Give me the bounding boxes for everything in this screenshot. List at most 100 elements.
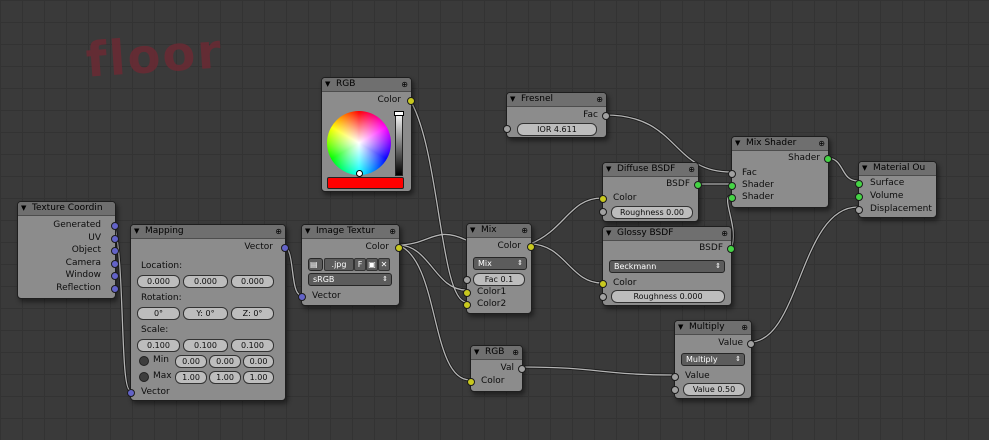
input-surface-socket[interactable] [855,180,863,188]
math-multiply-node[interactable]: ▼ Multiply ⊕ Value Multiply ⇕ Value Valu… [671,320,755,399]
rgb-node[interactable]: ▼ RGB ⊕ Color [321,77,415,192]
node-header[interactable]: ▼ Mix Shader ⊕ [732,137,828,151]
location-y-field[interactable]: 0.000 [183,275,228,288]
node-header[interactable]: ▼ Diffuse BSDF ⊕ [603,163,698,177]
output-bsdf-socket[interactable] [694,181,702,189]
roughness-field[interactable]: Roughness 0.000 [611,290,725,303]
texture-coordinate-node[interactable]: ▼ Texture Coordin Generated UV Object Ca… [17,201,119,299]
input-fac-socket[interactable] [728,170,736,178]
value-field[interactable]: Value 0.50 [683,383,745,396]
input-shader2-socket[interactable] [728,194,736,202]
node-header[interactable]: ▼ RGB ⊕ [322,78,411,92]
max-checkbox[interactable] [139,372,149,382]
input-volume-socket[interactable] [855,193,863,201]
blend-type-dropdown[interactable]: Mix ⇕ [473,257,527,270]
node-header[interactable]: ▼ Mix ⊕ [467,224,531,238]
node-options-icon[interactable]: ⊕ [596,93,603,106]
output-val-socket[interactable] [518,365,526,373]
input-color1-socket[interactable] [463,289,471,297]
node-header[interactable]: ▼ Fresnel ⊕ [507,93,606,107]
input-shader1-socket[interactable] [728,182,736,190]
input-color2-socket[interactable] [463,301,471,309]
image-filename-field[interactable]: .jpg [324,258,354,271]
input-fac-socket[interactable] [463,276,471,284]
output-reflection-socket[interactable] [111,285,119,293]
output-value-socket[interactable] [747,340,755,348]
output-window-socket[interactable] [111,272,119,280]
open-image-button[interactable]: ▣ [366,258,378,271]
mix-shader-node[interactable]: ▼ Mix Shader ⊕ Shader Fac Shader Shader [728,136,832,208]
node-header[interactable]: ▼ Texture Coordin [18,202,115,216]
input-value2-socket[interactable] [671,386,679,394]
node-header[interactable]: ▼ Multiply ⊕ [675,321,751,335]
collapse-arrow-icon[interactable]: ▼ [134,225,139,238]
image-browse-button[interactable]: ▤ [308,258,323,271]
scale-y-field[interactable]: 0.100 [183,339,228,352]
output-uv-socket[interactable] [111,235,119,243]
output-shader-socket[interactable] [824,155,832,163]
operation-dropdown[interactable]: Multiply ⇕ [681,353,745,366]
color-swatch[interactable] [327,177,404,189]
input-roughness-socket[interactable] [599,208,607,216]
node-header[interactable]: ▼ RGB ⊕ [471,346,522,360]
node-options-icon[interactable]: ⊕ [275,225,282,238]
output-color-socket[interactable] [395,244,403,252]
location-x-field[interactable]: 0.000 [137,275,180,288]
input-vector-socket[interactable] [127,389,135,397]
scale-x-field[interactable]: 0.100 [137,339,180,352]
node-options-icon[interactable]: ⊕ [818,137,825,150]
fresnel-node[interactable]: ▼ Fresnel ⊕ Fac IOR 4.611 [503,92,610,138]
collapse-arrow-icon[interactable]: ▼ [325,78,330,91]
collapse-arrow-icon[interactable]: ▼ [510,93,515,106]
node-header[interactable]: ▼ Image Textur ⊕ [302,225,399,239]
node-options-icon[interactable]: ⊕ [688,163,695,176]
collapse-arrow-icon[interactable]: ▼ [474,346,479,359]
input-displacement-socket[interactable] [855,206,863,214]
location-z-field[interactable]: 0.000 [231,275,274,288]
mix-rgb-node[interactable]: ▼ Mix ⊕ Color Mix ⇕ Fac 0.1 Color1 Color… [463,223,535,314]
collapse-arrow-icon[interactable]: ▼ [21,202,26,215]
rotation-x-field[interactable]: 0° [137,307,180,320]
node-options-icon[interactable]: ⊕ [521,224,528,237]
output-fac-socket[interactable] [602,112,610,120]
color-wheel[interactable] [327,111,391,175]
unlink-image-button[interactable]: ✕ [378,258,390,271]
collapse-arrow-icon[interactable]: ▼ [606,163,611,176]
diffuse-bsdf-node[interactable]: ▼ Diffuse BSDF ⊕ BSDF Color Roughness 0.… [599,162,702,222]
glossy-bsdf-node[interactable]: ▼ Glossy BSDF ⊕ BSDF Beckmann ⇕ Color Ro… [599,226,735,306]
output-color-socket[interactable] [527,243,535,251]
output-object-socket[interactable] [111,247,119,255]
input-color-socket[interactable] [467,378,475,386]
collapse-arrow-icon[interactable]: ▼ [735,137,740,150]
roughness-field[interactable]: Roughness 0.00 [611,206,693,219]
material-output-node[interactable]: ▼ Material Ou Surface Volume Displacemen… [855,161,937,218]
image-texture-node[interactable]: ▼ Image Textur ⊕ Color ▤ .jpg F ▣ ✕ sRGB… [298,224,403,306]
collapse-arrow-icon[interactable]: ▼ [862,162,867,175]
min-checkbox[interactable] [139,356,149,366]
input-ior-socket[interactable] [503,125,511,133]
collapse-arrow-icon[interactable]: ▼ [470,224,475,237]
node-options-icon[interactable]: ⊕ [721,227,728,240]
node-options-icon[interactable]: ⊕ [401,78,408,91]
input-color-socket[interactable] [599,280,607,288]
fake-user-button[interactable]: F [354,258,366,271]
max-z-field[interactable]: 1.00 [243,371,274,384]
collapse-arrow-icon[interactable]: ▼ [305,225,310,238]
output-bsdf-socket[interactable] [727,245,735,253]
rotation-z-field[interactable]: Z: 0° [231,307,274,320]
collapse-arrow-icon[interactable]: ▼ [606,227,611,240]
input-value1-socket[interactable] [671,373,679,381]
fac-field[interactable]: Fac 0.1 [473,273,525,286]
node-options-icon[interactable]: ⊕ [389,225,396,238]
min-z-field[interactable]: 0.00 [243,355,274,368]
input-roughness-socket[interactable] [599,293,607,301]
node-options-icon[interactable]: ⊕ [512,346,519,359]
value-slider-handle[interactable] [394,111,404,116]
ior-field[interactable]: IOR 4.611 [517,123,597,136]
max-y-field[interactable]: 1.00 [209,371,241,384]
colorspace-dropdown[interactable]: sRGB ⇕ [308,273,392,286]
input-color-socket[interactable] [599,195,607,203]
collapse-arrow-icon[interactable]: ▼ [678,321,683,334]
output-vector-socket[interactable] [281,244,289,252]
node-header[interactable]: ▼ Glossy BSDF ⊕ [603,227,731,241]
